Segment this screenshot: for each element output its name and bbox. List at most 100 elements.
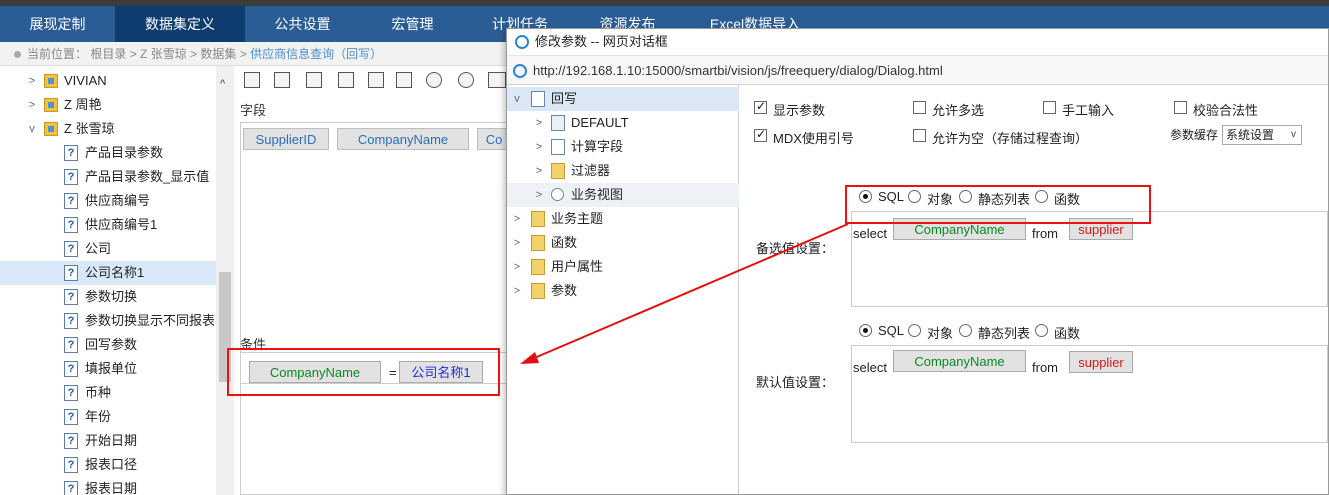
folder-icon bbox=[44, 122, 58, 136]
tree-param-item[interactable]: ? 产品目录参数_显示值 bbox=[0, 165, 216, 189]
dialog-tree-item[interactable]: > 计算字段 bbox=[507, 135, 739, 159]
tree-param-item[interactable]: ? 参数切换显示不同报表 bbox=[0, 309, 216, 333]
nav-tab-dataset[interactable]: 数据集定义 bbox=[115, 6, 245, 42]
field-chip[interactable]: SupplierID bbox=[243, 128, 329, 150]
tree-param-item-selected[interactable]: ? 公司名称1 bbox=[0, 261, 216, 285]
breadcrumb-path[interactable]: 根目录 > Z 张雪琼 > 数据集 > bbox=[90, 47, 246, 61]
show-param-checkbox[interactable] bbox=[754, 99, 767, 114]
tree-param-item[interactable]: ? 供应商编号 bbox=[0, 189, 216, 213]
search-icon[interactable] bbox=[458, 72, 474, 88]
cache-select[interactable]: 系统设置 v bbox=[1222, 125, 1302, 145]
fields-area: SupplierID CompanyName Co bbox=[240, 122, 511, 384]
manual-input-label: 手工输入 bbox=[1062, 103, 1115, 118]
dialog-title: 修改参数 -- 网页对话框 bbox=[535, 34, 668, 49]
allow-empty-label: 允许为空（存储过程查询） bbox=[932, 131, 1089, 146]
dialog-tree-label: 业务视图 bbox=[571, 187, 624, 202]
nav-tab-common[interactable]: 公共设置 bbox=[245, 6, 360, 42]
scroll-up-icon[interactable]: ^ bbox=[220, 78, 225, 90]
param-icon: ? bbox=[64, 265, 78, 281]
default-sql-radio[interactable] bbox=[859, 324, 872, 337]
tree-item-label: 参数切换显示不同报表 bbox=[85, 313, 216, 328]
dialog-tree-item[interactable]: > DEFAULT bbox=[507, 111, 739, 135]
nav-tab-report[interactable]: 展现定制 bbox=[0, 6, 115, 42]
tree-param-item[interactable]: ? 币种 bbox=[0, 381, 216, 405]
tree-param-item[interactable]: ? 填报单位 bbox=[0, 357, 216, 381]
mdx-quote-checkbox[interactable] bbox=[754, 127, 767, 142]
folder-icon bbox=[44, 74, 58, 88]
validate-checkbox[interactable] bbox=[1174, 101, 1187, 114]
dialog-tree-item[interactable]: > 参数 bbox=[507, 279, 739, 303]
default-object-radio[interactable] bbox=[908, 324, 921, 337]
tree-item-label: 公司 bbox=[85, 241, 112, 256]
tree-item-label: 报表口径 bbox=[85, 457, 138, 472]
dialog-tree-item[interactable]: > 业务主题 bbox=[507, 207, 739, 231]
default-function-radio[interactable] bbox=[1035, 324, 1048, 337]
chevron-down-icon[interactable]: v bbox=[511, 87, 523, 111]
chevron-right-icon[interactable]: > bbox=[533, 183, 545, 207]
dialog-tree-label: 参数 bbox=[551, 283, 578, 298]
allow-empty-checkbox[interactable] bbox=[913, 129, 926, 142]
tree-param-item[interactable]: ? 开始日期 bbox=[0, 429, 216, 453]
ie-logo-icon bbox=[515, 35, 529, 49]
tree-folder-label: VIVIAN bbox=[64, 73, 107, 88]
tree-scrollbar[interactable]: ^ bbox=[216, 66, 234, 495]
tree-param-item[interactable]: ? 回写参数 bbox=[0, 333, 216, 357]
tree-param-item[interactable]: ? 产品目录参数 bbox=[0, 141, 216, 165]
field-chip[interactable]: CompanyName bbox=[337, 128, 469, 150]
chevron-right-icon[interactable]: > bbox=[533, 159, 545, 183]
tree-item-label: 回写参数 bbox=[85, 337, 138, 352]
table-icon[interactable] bbox=[306, 72, 322, 88]
gear-icon[interactable] bbox=[426, 72, 442, 88]
editor-toolbar bbox=[234, 66, 510, 94]
chevron-right-icon[interactable]: > bbox=[533, 135, 545, 159]
tree-folder[interactable]: > Z 周艳 bbox=[0, 93, 216, 117]
save-icon[interactable] bbox=[244, 72, 260, 88]
save-as-icon[interactable] bbox=[274, 72, 290, 88]
dataset-editor: 字段 SupplierID CompanyName Co 条件 CompanyN… bbox=[234, 66, 511, 495]
tree-param-item[interactable]: ? 报表口径 bbox=[0, 453, 216, 477]
ie-logo-icon bbox=[513, 64, 527, 78]
tree-param-item[interactable]: ? 报表日期 bbox=[0, 477, 216, 495]
dialog-tree-label: 函数 bbox=[551, 235, 578, 250]
tree-folder[interactable]: v Z 张雪琼 bbox=[0, 117, 216, 141]
chevron-right-icon[interactable]: > bbox=[511, 279, 523, 303]
default-static-list-radio[interactable] bbox=[959, 324, 972, 337]
tree-param-item[interactable]: ? 年份 bbox=[0, 405, 216, 429]
chevron-right-icon[interactable]: > bbox=[533, 111, 545, 135]
chevron-right-icon[interactable]: > bbox=[26, 93, 38, 117]
sql-icon[interactable] bbox=[488, 72, 506, 88]
default-table-chip[interactable]: supplier bbox=[1069, 351, 1133, 373]
chevron-right-icon[interactable]: > bbox=[511, 231, 523, 255]
dialog-tree-item[interactable]: > 过滤器 bbox=[507, 159, 739, 183]
default-from-keyword: from bbox=[1032, 360, 1058, 375]
param-icon: ? bbox=[64, 481, 78, 495]
allow-multi-checkbox[interactable] bbox=[913, 101, 926, 114]
chevron-down-icon[interactable]: v bbox=[26, 117, 38, 141]
dialog-tree-item[interactable]: > 业务视图 bbox=[507, 183, 739, 207]
dialog-tree-root[interactable]: v 回写 bbox=[507, 87, 739, 111]
manual-input-checkbox[interactable] bbox=[1043, 101, 1056, 114]
tree-param-item[interactable]: ? 参数切换 bbox=[0, 285, 216, 309]
param-icon: ? bbox=[64, 217, 78, 233]
dialog-tree-item[interactable]: > 用户属性 bbox=[507, 255, 739, 279]
chevron-right-icon[interactable]: > bbox=[26, 69, 38, 93]
grid-icon[interactable] bbox=[338, 72, 354, 88]
default-label: 默认值设置： bbox=[756, 375, 835, 390]
dialog-tree-item[interactable]: > 函数 bbox=[507, 231, 739, 255]
chevron-right-icon[interactable]: > bbox=[511, 255, 523, 279]
default-select-keyword: select bbox=[853, 360, 887, 375]
tree-param-item[interactable]: ? 公司 bbox=[0, 237, 216, 261]
chevron-right-icon[interactable]: > bbox=[511, 207, 523, 231]
param-icon: ? bbox=[64, 433, 78, 449]
param-icon: ? bbox=[64, 289, 78, 305]
tree-folder[interactable]: > VIVIAN bbox=[0, 69, 216, 93]
param-icon: ? bbox=[64, 385, 78, 401]
param-icon: ? bbox=[64, 457, 78, 473]
tree-param-item[interactable]: ? 供应商编号1 bbox=[0, 213, 216, 237]
nav-tab-macro[interactable]: 宏管理 bbox=[360, 6, 465, 42]
default-field-chip[interactable]: CompanyName bbox=[893, 350, 1026, 372]
breadcrumb-current: 供应商信息查询（回写） bbox=[250, 47, 383, 61]
param-settings-icon[interactable] bbox=[368, 72, 384, 88]
delete-icon[interactable] bbox=[396, 72, 412, 88]
fields-heading: 字段 bbox=[240, 103, 267, 118]
